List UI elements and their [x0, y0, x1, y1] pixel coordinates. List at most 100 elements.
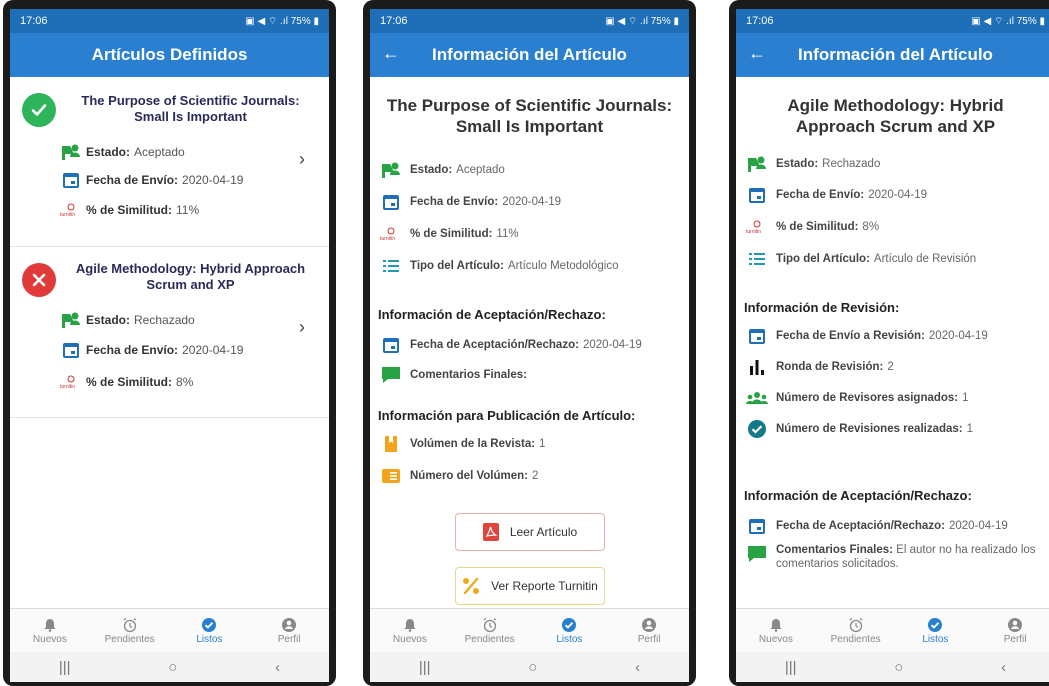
home-icon[interactable]: ○ [894, 659, 903, 676]
calendar-icon [746, 325, 768, 347]
similitud-value: 8% [176, 375, 194, 389]
nav-label: Perfil [1003, 634, 1027, 645]
recent-apps-icon[interactable]: ||| [785, 659, 797, 676]
arrow-back-icon[interactable]: ← [748, 43, 766, 64]
article-list: The Purpose of Scientific Journals: Smal… [10, 77, 329, 608]
similitud-label: % de Similitud: [86, 203, 173, 217]
fecha-label: Fecha de Envío: [776, 189, 865, 201]
similitud-row: turnitin % de Similitud: 8% [736, 216, 1049, 238]
turnitin-logo-icon: turnitin [60, 371, 82, 393]
nav-pendientes[interactable]: Pendientes [90, 609, 170, 652]
ver-reporte-turnitin-button[interactable]: Ver Reporte Turnitin [454, 567, 605, 605]
comment-icon [380, 364, 402, 386]
nav-listos[interactable]: Listos [170, 609, 250, 652]
nav-pendientes[interactable]: Pendientes [450, 609, 530, 652]
chevron-right-icon[interactable]: › [299, 149, 305, 170]
nav-perfil[interactable]: Perfil [609, 609, 689, 652]
ronda-value: 2 [887, 361, 894, 373]
estado-row: Estado: Aceptado [60, 141, 185, 163]
article-card-2[interactable]: Agile Methodology: Hybrid Approach Scrum… [10, 247, 329, 418]
estado-label: Estado: [86, 313, 131, 327]
home-icon[interactable]: ○ [528, 659, 537, 676]
recent-apps-icon[interactable]: ||| [419, 659, 431, 676]
check-circle-icon [201, 616, 217, 634]
profile-icon [281, 616, 297, 634]
nav-listos[interactable]: Listos [896, 609, 976, 652]
back-icon[interactable]: ‹ [1001, 659, 1006, 676]
nav-label: Nuevos [758, 634, 793, 645]
similitud-row: turnitin % de Similitud: 11% [370, 223, 689, 245]
profile-icon [641, 616, 657, 634]
percent-icon [461, 576, 481, 596]
estado-row: Estado: Rechazado [60, 309, 195, 331]
fecha-label: Fecha de Envío: [86, 343, 179, 357]
comentarios-row: Comentarios Finales: [370, 364, 689, 386]
nav-nuevos[interactable]: Nuevos [736, 609, 816, 652]
calendar-icon [746, 515, 768, 537]
phone-detalle-aceptado: 17:06 ▣ ◀ ⌔ .ıl 75% ▮ ← Información del … [363, 0, 696, 686]
similitud-value: 8% [862, 221, 880, 233]
fecha-envio-revision-label: Fecha de Envío a Revisión: [776, 330, 925, 342]
tipo-row: Tipo del Artículo: Artículo Metodológico [370, 255, 689, 277]
pdf-icon [482, 522, 500, 542]
leer-articulo-button[interactable]: Leer Artículo [454, 513, 605, 551]
bookmark-book-icon [380, 433, 402, 455]
ver-reporte-label: Ver Reporte Turnitin [491, 579, 598, 593]
fecha-value: 2020-04-19 [182, 343, 244, 357]
calendar-icon [746, 184, 768, 206]
alarm-clock-icon [848, 616, 864, 634]
revisiones-label: Número de Revisiones realizadas: [776, 423, 963, 435]
back-icon[interactable]: ‹ [635, 659, 640, 676]
screen: 17:06 ▣ ◀ ⌔ .ıl 75% ▮ ← Información del … [736, 9, 1049, 682]
nav-nuevos[interactable]: Nuevos [370, 609, 450, 652]
similitud-value: 11% [496, 228, 519, 240]
nav-perfil[interactable]: Perfil [249, 609, 329, 652]
tipo-value: Artículo Metodológico [507, 260, 619, 272]
estado-label: Estado: [776, 158, 819, 170]
revisiones-value: 1 [966, 423, 974, 435]
nav-label: Pendientes [830, 634, 881, 645]
rejected-x-icon [22, 263, 56, 297]
article-detail: The Purpose of Scientific Journals: Smal… [370, 77, 689, 608]
accepted-check-icon [22, 93, 56, 127]
fecha-label: Fecha de Envío: [410, 196, 499, 208]
bottom-nav: Nuevos Pendientes Listos Perfil [10, 608, 329, 652]
comentarios-text: Comentarios Finales: El autor no ha real… [776, 543, 1049, 571]
volumen-row: Volúmen de la Revista: 1 [370, 433, 689, 455]
estado-label: Estado: [410, 164, 453, 176]
fecha-value: 2020-04-19 [502, 196, 562, 208]
home-icon[interactable]: ○ [168, 659, 177, 676]
leer-articulo-label: Leer Artículo [509, 525, 578, 539]
article-title: The Purpose of Scientific Journals: Smal… [81, 93, 300, 124]
recent-apps-icon[interactable]: ||| [59, 659, 71, 676]
fecha-row: Fecha de Envío: 2020-04-19 [736, 184, 1049, 206]
nav-pendientes[interactable]: Pendientes [816, 609, 896, 652]
bottom-nav: Nuevos Pendientes Listos Perfil [736, 608, 1049, 652]
calendar-icon [380, 334, 402, 356]
status-bar: 17:06 ▣ ◀ ⌔ .ıl 75% ▮ [736, 9, 1049, 33]
ronda-label: Ronda de Revisión: [776, 361, 884, 373]
app-bar: Artículos Definidos [10, 33, 329, 77]
status-person-icon [60, 141, 82, 163]
numero-volumen-label: Número del Volúmen: [410, 470, 528, 482]
arrow-back-icon[interactable]: ← [382, 43, 400, 64]
estado-value: Rechazado [822, 158, 881, 170]
status-bar: 17:06 ▣ ◀ ⌔ .ıl 75% ▮ [370, 9, 689, 33]
comentarios-label: Comentarios Finales: [410, 369, 527, 381]
volumen-label: Volúmen de la Revista: [410, 438, 536, 450]
article-card-1[interactable]: The Purpose of Scientific Journals: Smal… [10, 77, 329, 247]
back-icon[interactable]: ‹ [275, 659, 280, 676]
status-icons: ▣ ◀ ⌔ .ıl 75% ▮ [245, 15, 319, 27]
tipo-label: Tipo del Artículo: [776, 253, 870, 265]
turnitin-logo-text: turnitin [60, 384, 75, 389]
nav-label: Perfil [637, 634, 661, 645]
calendar-icon [380, 191, 402, 213]
revisiones-row: Número de Revisiones realizadas: 1 [736, 418, 1049, 440]
calendar-icon [60, 339, 82, 361]
revisores-label: Número de Revisores asignados: [776, 392, 959, 404]
nav-nuevos[interactable]: Nuevos [10, 609, 90, 652]
nav-listos[interactable]: Listos [530, 609, 610, 652]
nav-perfil[interactable]: Perfil [975, 609, 1049, 652]
system-nav-bar: ||| ○ ‹ [736, 652, 1049, 682]
chevron-right-icon[interactable]: › [299, 317, 305, 338]
